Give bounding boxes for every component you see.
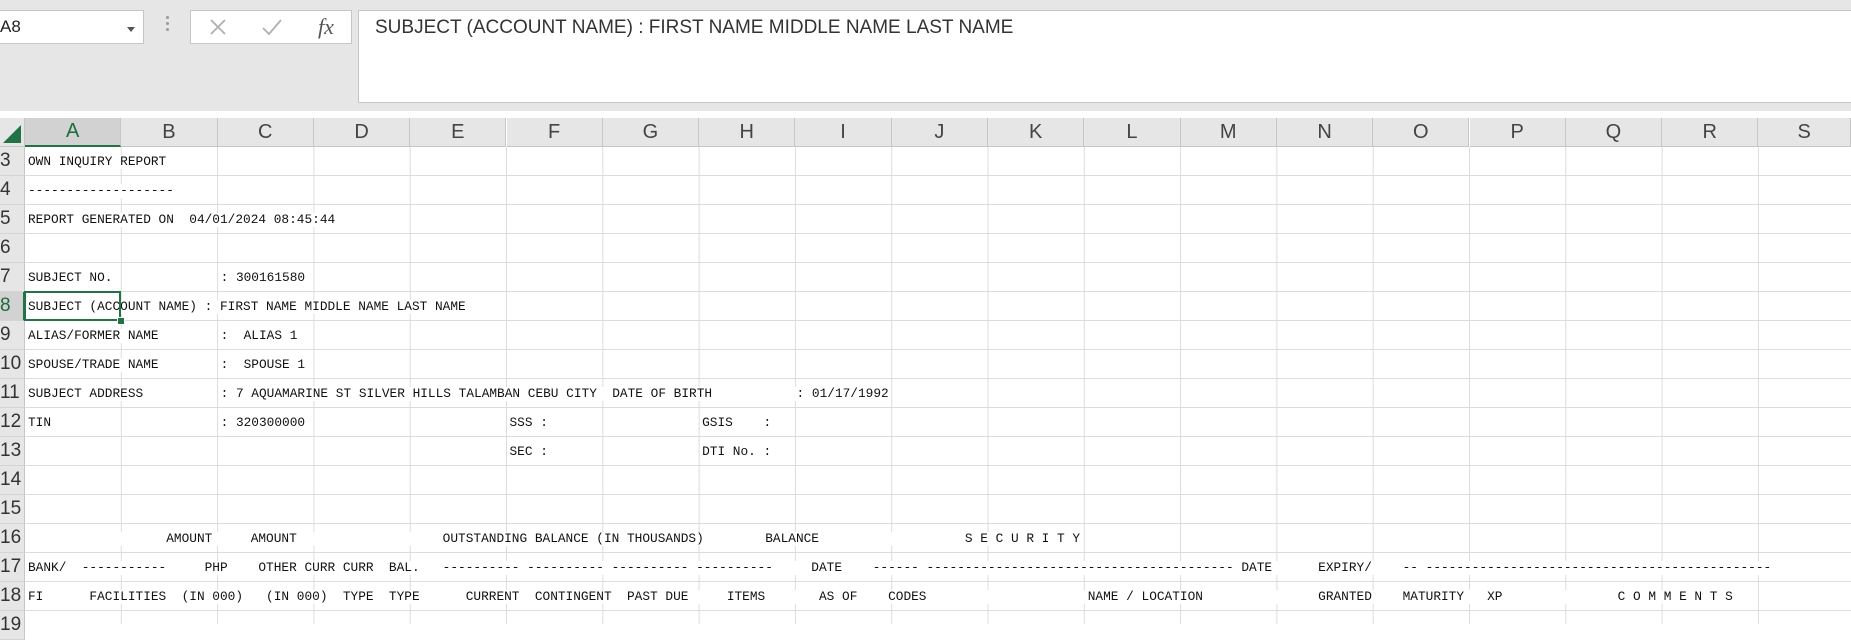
- cell-text: AMOUNT AMOUNT OUTSTANDING BALANCE (IN TH…: [28, 531, 1081, 546]
- row-header-8[interactable]: 8: [0, 292, 25, 321]
- row-header-18[interactable]: 18: [0, 582, 25, 611]
- row-header-9[interactable]: 9: [0, 321, 25, 350]
- row-header-10[interactable]: 10: [0, 350, 25, 379]
- cell-text: SPOUSE/TRADE NAME: [28, 357, 159, 372]
- row-header-12[interactable]: 12: [0, 408, 25, 437]
- row-header-3[interactable]: 3: [0, 147, 25, 176]
- cell-text: SSS :: [509, 415, 548, 430]
- cell-text: BANK/ ----------- PHP OTHER CURR CURR BA…: [28, 560, 1772, 575]
- cell-text: : ALIAS 1: [220, 328, 298, 343]
- row-header-17[interactable]: 17: [0, 553, 25, 582]
- row-header-19[interactable]: 19: [0, 611, 25, 640]
- cell-text: GSIS :: [702, 415, 772, 430]
- cell-text: : 7 AQUAMARINE ST SILVER HILLS TALAMBAN …: [220, 386, 889, 401]
- row-header-6[interactable]: 6: [0, 234, 25, 263]
- cell-text: : SPOUSE 1: [220, 357, 306, 372]
- cell-text: OWN INQUIRY REPORT: [28, 154, 167, 169]
- fill-handle[interactable]: [117, 317, 126, 325]
- cell-text: REPORT GENERATED ON 04/01/2024 08:45:44: [28, 212, 336, 227]
- cell-text: : 320300000: [220, 415, 306, 430]
- cell-text: SEC :: [509, 444, 548, 459]
- row-header-4[interactable]: 4: [0, 176, 25, 205]
- row-header-14[interactable]: 14: [0, 466, 25, 495]
- cell-text: ALIAS/FORMER NAME: [28, 328, 159, 343]
- active-cell[interactable]: [24, 291, 122, 321]
- cell-text: : 300161580: [220, 270, 306, 285]
- worksheet: A B C D E F G H I J K L M N O P Q R S 3 OWN INQUIRY REPORT 4-…: [0, 0, 1851, 640]
- cell-text: SUBJECT ADDRESS: [28, 386, 144, 401]
- row-header-13[interactable]: 13: [0, 437, 25, 466]
- cell-text: SUBJECT NO.: [28, 270, 113, 285]
- row-header-7[interactable]: 7: [0, 263, 25, 292]
- row-header-5[interactable]: 5: [0, 205, 25, 234]
- cell-text: TIN: [28, 415, 52, 430]
- cell-text: FI FACILITIES (IN 000) (IN 000) TYPE TYP…: [28, 589, 1733, 604]
- row-header-15[interactable]: 15: [0, 495, 25, 524]
- row-header-16[interactable]: 16: [0, 524, 25, 553]
- cell-text: -------------------: [28, 183, 174, 198]
- cell-text: DTI No. :: [702, 444, 772, 459]
- row-header-11[interactable]: 11: [0, 379, 25, 408]
